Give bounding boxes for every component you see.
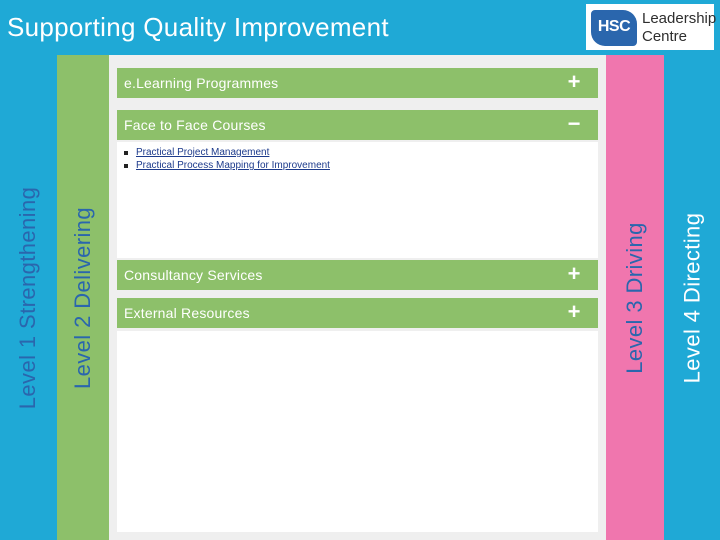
course-list: Practical Project Management Practical P… bbox=[124, 146, 330, 172]
bullet-icon bbox=[124, 150, 128, 155]
accordion-header-external-resources[interactable]: External Resources + bbox=[117, 298, 598, 328]
content-area: e.Learning Programmes + Face to Face Cou… bbox=[109, 55, 606, 540]
accordion-panel-face-to-face: Practical Project Management Practical P… bbox=[117, 142, 598, 258]
list-item: Practical Process Mapping for Improvemen… bbox=[124, 159, 330, 172]
accordion-label: Consultancy Services bbox=[124, 267, 263, 283]
accordion-label: External Resources bbox=[124, 305, 250, 321]
tab-label: Level 2 Delivering bbox=[70, 206, 96, 389]
tab-label: Level 1 Strengthening bbox=[15, 186, 41, 409]
accordion-header-consultancy[interactable]: Consultancy Services + bbox=[117, 260, 598, 290]
tab-level-2-delivering[interactable]: Level 2 Delivering bbox=[57, 55, 109, 540]
collapse-minus-icon[interactable]: − bbox=[566, 112, 582, 136]
tab-level-1-strengthening[interactable]: Level 1 Strengthening bbox=[0, 55, 57, 540]
page-title: Supporting Quality Improvement bbox=[7, 12, 389, 42]
accordion-header-elearning[interactable]: e.Learning Programmes + bbox=[117, 68, 598, 98]
hsc-logo-mark-icon: HSC bbox=[591, 10, 637, 46]
bullet-icon bbox=[124, 163, 128, 168]
accordion-header-face-to-face[interactable]: Face to Face Courses − bbox=[117, 110, 598, 140]
course-link-process-mapping[interactable]: Practical Process Mapping for Improvemen… bbox=[136, 160, 330, 171]
course-link-project-management[interactable]: Practical Project Management bbox=[136, 147, 269, 158]
expand-plus-icon[interactable]: + bbox=[566, 262, 582, 286]
accordion-label: Face to Face Courses bbox=[124, 117, 266, 133]
logo-text-line-2: Centre bbox=[642, 28, 688, 45]
tab-level-3-driving[interactable]: Level 3 Driving bbox=[606, 55, 664, 540]
header-bar: Supporting Quality Improvement HSC Leade… bbox=[0, 0, 720, 55]
expand-plus-icon[interactable]: + bbox=[566, 300, 582, 324]
logo-mark-text: HSC bbox=[597, 18, 631, 35]
expand-plus-icon[interactable]: + bbox=[566, 70, 582, 94]
tab-label: Level 3 Driving bbox=[622, 221, 648, 374]
hsc-leadership-centre-logo: HSC Leadership Centre bbox=[586, 4, 717, 50]
tab-level-4-directing[interactable]: Level 4 Directing bbox=[664, 55, 720, 540]
empty-content-area bbox=[117, 331, 598, 532]
logo-text-line-1: Leadership bbox=[642, 10, 717, 27]
tab-label: Level 4 Directing bbox=[679, 212, 705, 383]
list-item: Practical Project Management bbox=[124, 146, 330, 159]
accordion-label: e.Learning Programmes bbox=[124, 75, 279, 91]
